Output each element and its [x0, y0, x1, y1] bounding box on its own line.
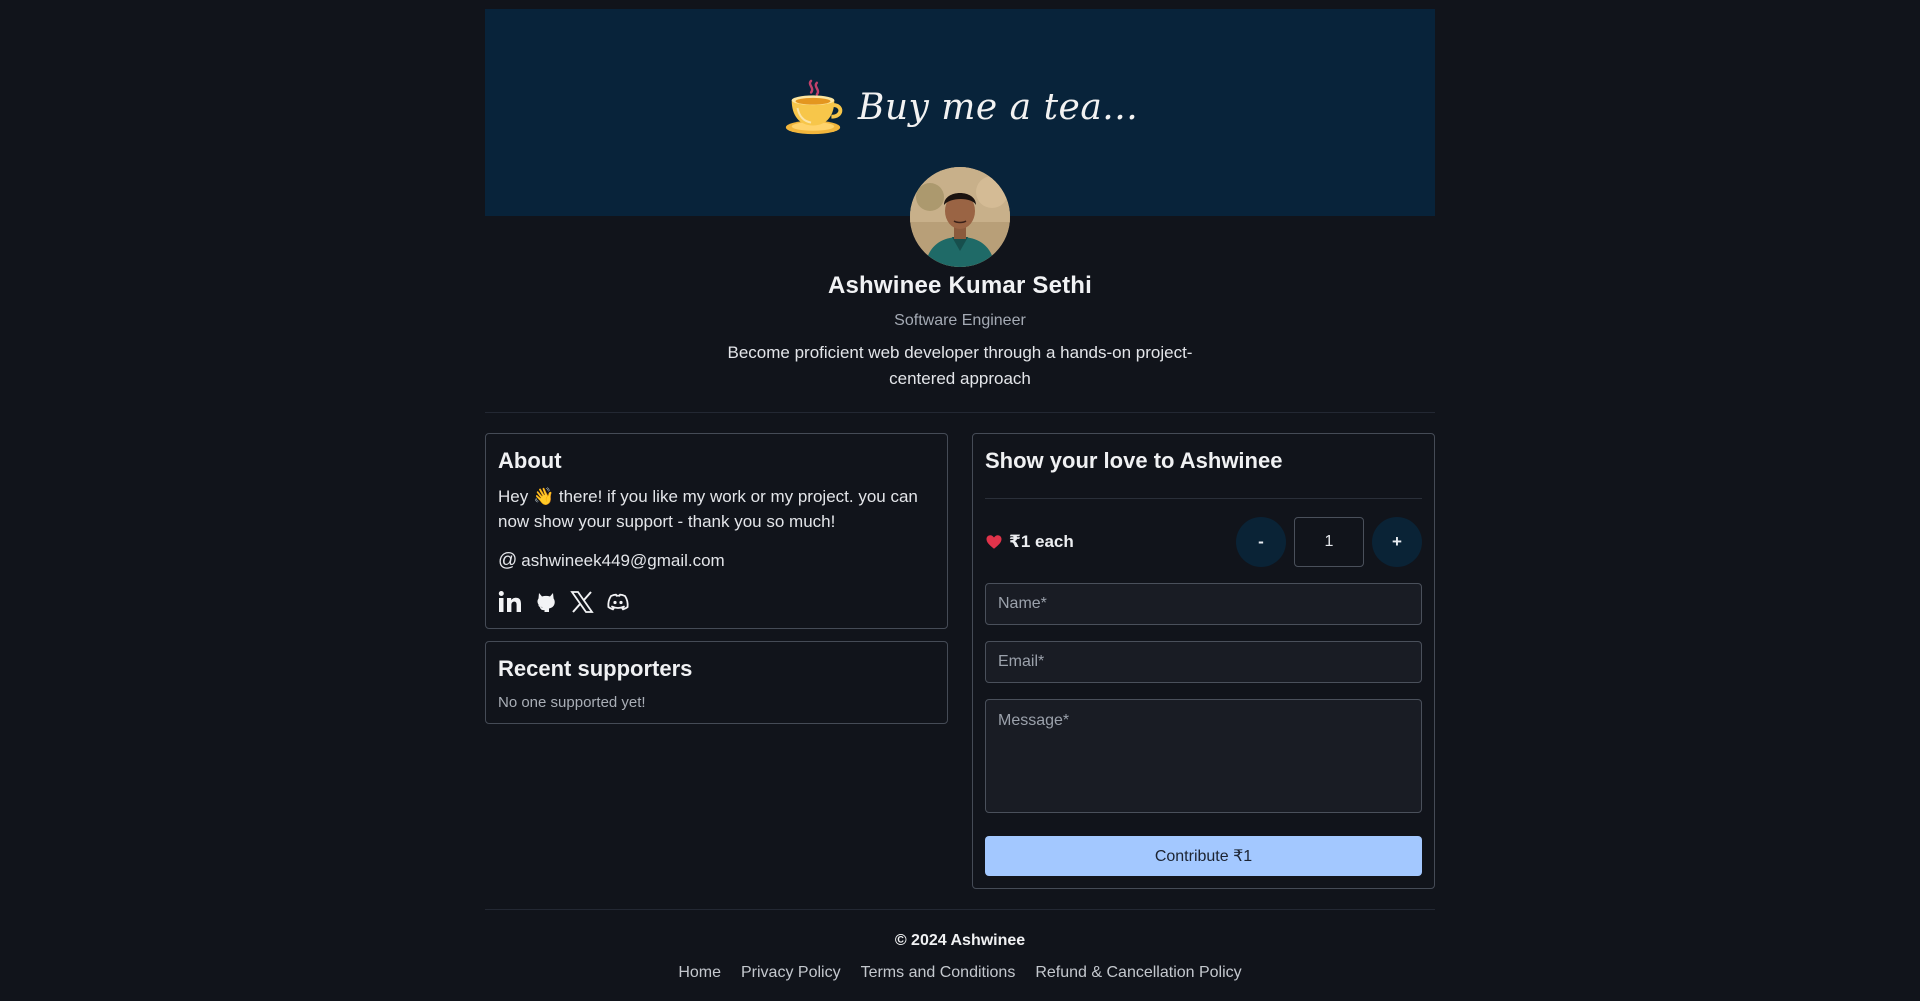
supporters-empty-text: No one supported yet! [498, 694, 646, 711]
content-columns: About Hey 👋 there! if you like my work o… [485, 433, 1435, 889]
supporters-heading: Recent supporters [498, 656, 693, 681]
decrement-button[interactable]: - [1236, 517, 1286, 567]
contribute-divider [985, 498, 1422, 499]
email-link[interactable]: ashwineek449@gmail.com [521, 551, 724, 571]
increment-button[interactable]: + [1372, 517, 1422, 567]
at-icon: @ [498, 550, 518, 571]
about-text: Hey 👋 there! if you like my work or my p… [498, 487, 918, 531]
github-icon[interactable] [534, 590, 558, 614]
divider [485, 412, 1435, 413]
email-input[interactable]: Email* [985, 641, 1422, 683]
footer-link-privacy[interactable]: Privacy Policy [741, 964, 841, 982]
quantity-row: ₹1 each - 1 + [985, 517, 1422, 567]
profile-bio: Become proficient web developer through … [727, 343, 1193, 388]
banner-title: Buy me a tea... [782, 77, 1138, 139]
quantity-input[interactable]: 1 [1294, 517, 1364, 567]
footer-link-refund[interactable]: Refund & Cancellation Policy [1035, 964, 1241, 982]
profile-name: Ashwinee Kumar Sethi [827, 272, 1093, 299]
price-label: ₹1 each [1009, 532, 1074, 551]
price-per-unit: ₹1 each [985, 532, 1074, 552]
avatar [910, 167, 1010, 267]
contribute-button[interactable]: Contribute ₹1 [985, 836, 1422, 876]
x-icon[interactable] [570, 590, 594, 614]
footer-link-terms[interactable]: Terms and Conditions [861, 964, 1016, 982]
copyright: © 2024 Ashwinee [894, 932, 1026, 949]
page: Buy me a tea... Ashwinee Kumar Sethi Sof… [485, 0, 1435, 982]
footer-link-home[interactable]: Home [678, 964, 721, 982]
about-card: About Hey 👋 there! if you like my work o… [485, 433, 948, 629]
footer: © 2024 Ashwinee Home Privacy Policy Term… [485, 932, 1435, 982]
about-heading: About [498, 448, 562, 473]
contribute-card: Show your love to Ashwinee ₹1 each - 1 +… [972, 433, 1435, 889]
social-links [498, 590, 935, 614]
discord-icon[interactable] [606, 590, 630, 614]
footer-links: Home Privacy Policy Terms and Conditions… [485, 964, 1435, 982]
right-column: Show your love to Ashwinee ₹1 each - 1 +… [972, 433, 1435, 889]
name-input[interactable]: Name* [985, 583, 1422, 625]
footer-divider [485, 909, 1435, 910]
linkedin-icon[interactable] [498, 590, 522, 614]
contribute-heading: Show your love to Ashwinee [985, 448, 1283, 473]
quantity-stepper: - 1 + [1236, 517, 1422, 567]
recent-supporters-card: Recent supporters No one supported yet! [485, 641, 948, 724]
profile-role: Software Engineer [894, 312, 1026, 329]
heart-icon [986, 535, 1002, 549]
banner-text: Buy me a tea... [857, 87, 1139, 128]
email-row: @ ashwineek449@gmail.com [498, 550, 935, 572]
avatar-portrait [910, 167, 1010, 267]
message-textarea[interactable]: Message* [985, 699, 1422, 813]
left-column: About Hey 👋 there! if you like my work o… [485, 433, 948, 724]
tea-cup-icon [785, 79, 843, 134]
